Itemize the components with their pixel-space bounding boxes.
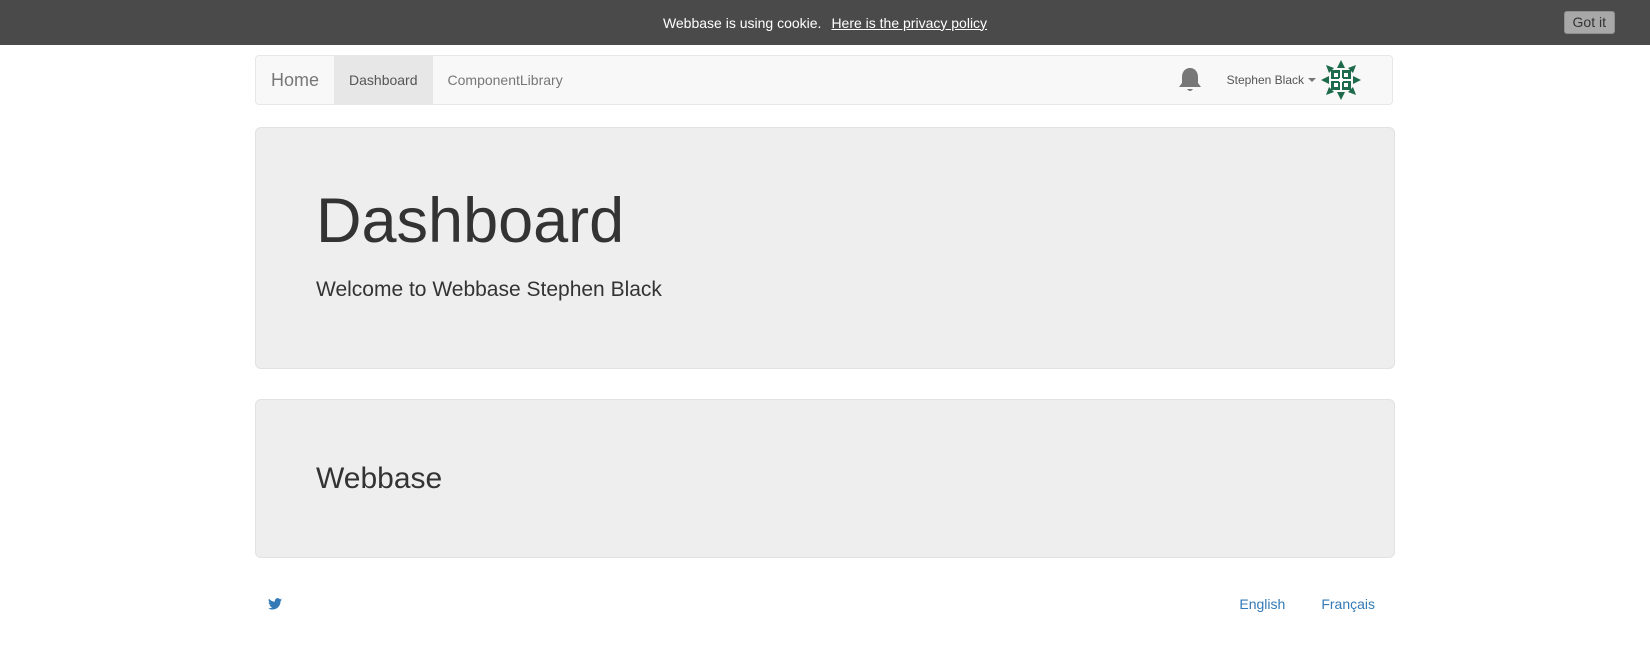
- language-switcher: English Français: [1221, 596, 1393, 612]
- footer: English Français: [255, 588, 1393, 620]
- privacy-policy-link[interactable]: Here is the privacy policy: [831, 15, 987, 31]
- page-title: Dashboard: [316, 186, 625, 256]
- cookie-message: Webbase is using cookie.: [662, 14, 822, 31]
- section-title: Webbase: [316, 462, 443, 495]
- webbase-panel: Webbase: [255, 399, 1395, 558]
- user-menu[interactable]: Stephen Black: [1227, 59, 1362, 101]
- nav-item-component-library[interactable]: ComponentLibrary: [433, 56, 578, 104]
- lang-francais-link[interactable]: Français: [1321, 596, 1375, 612]
- lang-english-link[interactable]: English: [1239, 596, 1285, 612]
- bell-icon[interactable]: [1177, 66, 1203, 94]
- avatar[interactable]: [1320, 59, 1362, 101]
- caret-down-icon: [1308, 78, 1316, 82]
- nav-home-link[interactable]: Home: [256, 56, 334, 104]
- user-name: Stephen Black: [1226, 73, 1304, 87]
- navbar-right: Stephen Black: [1177, 56, 1392, 104]
- welcome-text: Welcome to Webbase Stephen Black: [316, 278, 662, 301]
- dashboard-jumbotron: Dashboard Welcome to Webbase Stephen Bla…: [255, 127, 1395, 369]
- nav-item-dashboard[interactable]: Dashboard: [334, 56, 433, 104]
- navbar: Home Dashboard ComponentLibrary Stephen …: [255, 55, 1393, 105]
- cookie-accept-button[interactable]: Got it: [1563, 11, 1615, 34]
- twitter-icon[interactable]: [268, 598, 282, 610]
- cookie-bar: Webbase is using cookie. Here is the pri…: [0, 0, 1650, 45]
